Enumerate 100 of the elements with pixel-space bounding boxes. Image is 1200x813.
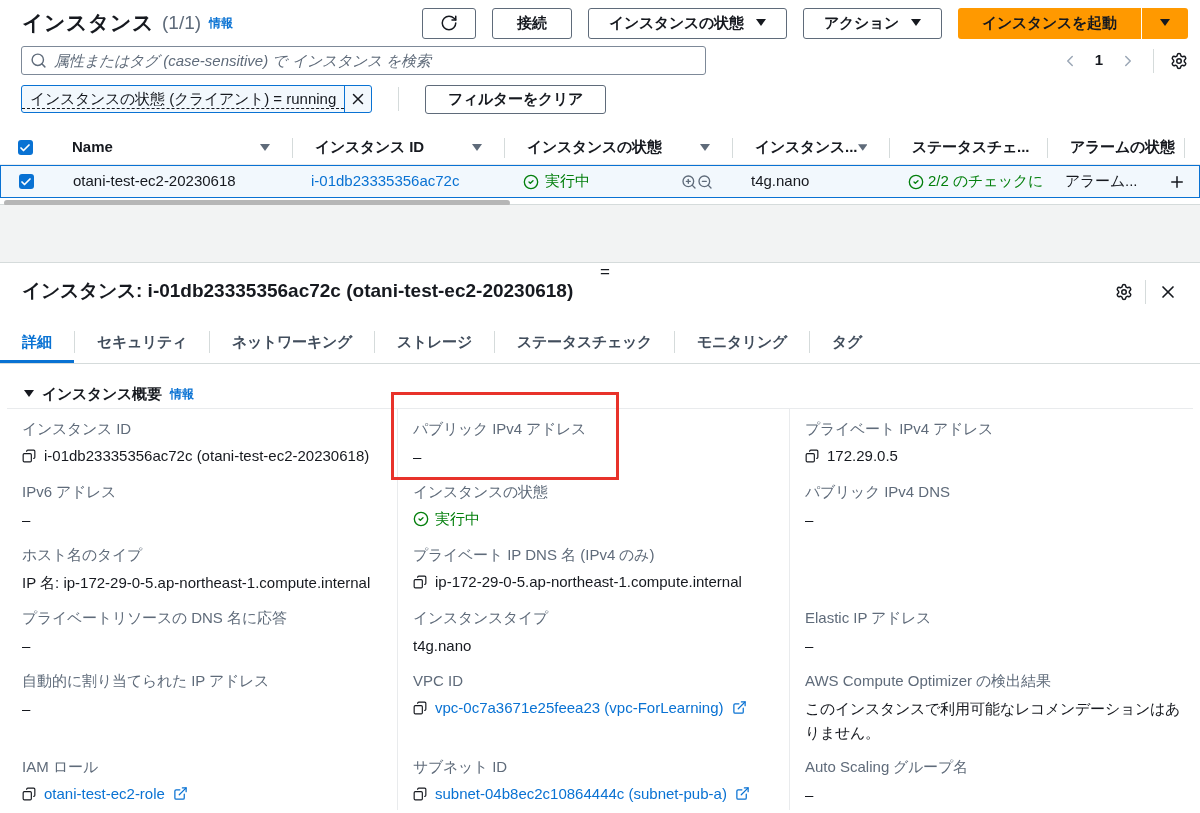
external-link-icon xyxy=(731,700,747,716)
field-value: – xyxy=(805,784,815,805)
tab[interactable]: 詳細 xyxy=(0,321,74,363)
checkbox[interactable] xyxy=(18,174,34,189)
tab[interactable]: タグ xyxy=(810,321,884,363)
launch-dropdown-button[interactable] xyxy=(1141,7,1188,39)
field-value: – xyxy=(22,635,32,656)
success-icon xyxy=(523,173,539,190)
success-icon xyxy=(413,510,429,527)
column-header[interactable]: アラームの状態 xyxy=(1070,136,1175,159)
settings-icon[interactable] xyxy=(1170,51,1188,70)
field-label: パブリック IPv4 DNS xyxy=(805,482,952,502)
refresh-button[interactable] xyxy=(422,7,476,39)
dropdown-button[interactable]: アクション xyxy=(803,7,942,39)
column-header[interactable]: インスタンス... xyxy=(755,136,858,159)
field-label: AWS Compute Optimizer の検出結果 xyxy=(805,671,1053,691)
refresh-icon xyxy=(440,14,458,32)
filter-token-text: インスタンスの状態 (クライアント) = running xyxy=(22,89,345,109)
field-label: 自動的に割り当てられた IP アドレス xyxy=(22,671,271,691)
tab[interactable]: セキュリティ xyxy=(75,321,209,363)
caret-icon xyxy=(756,19,766,27)
details-title: インスタンス: i-01db23335356ac72c (otani-test-ec2-20230618) xyxy=(22,279,574,304)
field-value: このインスタンスで利用可能なレコメンデーションはありません。 xyxy=(805,698,1181,743)
caret-icon xyxy=(24,390,34,398)
status-text: 実行中 xyxy=(545,171,590,192)
column-header[interactable]: インスタンスの状態 xyxy=(527,136,662,159)
tab[interactable]: ストレージ xyxy=(375,321,494,363)
field-label: プライベートリソースの DNS 名に応答 xyxy=(22,608,288,628)
field-label: VPC ID xyxy=(413,671,464,691)
field-link[interactable]: subnet-04b8ec2c10864444c (subnet-pub-a) xyxy=(435,782,727,805)
search-field[interactable]: 属性またはタグ (case-sensitive) で インスタンス を検索 xyxy=(21,46,706,75)
field-value: i-01db23335356ac72c (otani-test-ec2-20230618) xyxy=(44,445,370,466)
field-label: プライベート IP DNS 名 (IPv4 のみ) xyxy=(413,545,656,565)
field-value: 172.29.0.5 xyxy=(827,445,898,466)
status-text: 2/2 のチェックに xyxy=(928,171,1044,192)
section-title: インスタンス概要 xyxy=(42,383,162,404)
caret-icon xyxy=(1160,19,1170,27)
copy-icon[interactable] xyxy=(413,786,427,801)
copy-icon[interactable] xyxy=(22,786,36,801)
field-label: IPv6 アドレス xyxy=(22,482,118,502)
instance-id-link[interactable]: i-01db23335356ac72c xyxy=(311,172,460,190)
field-value: – xyxy=(22,698,32,719)
table-cell: otani-test-ec2-20230618 xyxy=(73,172,236,190)
column-header[interactable]: Name xyxy=(72,136,113,159)
sort-icon xyxy=(472,143,482,152)
field-label: パブリック IPv4 アドレス xyxy=(413,419,588,439)
field-label: ホスト名のタイプ xyxy=(22,545,144,565)
info-link[interactable]: 情報 xyxy=(209,14,234,32)
copy-icon[interactable] xyxy=(413,574,427,589)
tab[interactable]: ステータスチェック xyxy=(495,321,674,363)
settings-icon[interactable] xyxy=(1115,282,1133,301)
instance-count: (1/1) xyxy=(162,10,202,35)
table-cell: t4g.nano xyxy=(751,172,810,190)
sort-icon xyxy=(700,143,710,152)
search-icon xyxy=(30,52,47,69)
zoom-out-icon[interactable] xyxy=(697,173,713,190)
field-value: IP 名: ip-172-29-0-5.ap-northeast-1.compute.internal xyxy=(22,572,372,593)
sort-icon xyxy=(857,143,867,152)
tab[interactable]: ネットワーキング xyxy=(210,321,374,363)
column-header[interactable]: インスタンス ID xyxy=(315,136,425,159)
field-label: インスタンスの状態 xyxy=(413,482,549,502)
external-link-icon xyxy=(734,786,750,802)
field-label: インスタンス ID xyxy=(22,419,133,439)
checkbox[interactable] xyxy=(17,140,33,155)
clear-filter-button[interactable]: フィルターをクリア xyxy=(425,84,607,114)
field-label: Auto Scaling グループ名 xyxy=(805,757,970,777)
field-value: – xyxy=(805,635,815,656)
field-value: t4g.nano xyxy=(413,635,473,656)
table-row[interactable]: otani-test-ec2-20230618 i-01db23335356ac72c 実行中 t4g.nano 2/2 のチェックに アラーム... xyxy=(0,165,1200,198)
page-title: インスタンス xyxy=(22,10,154,37)
sort-icon xyxy=(260,143,270,152)
dropdown-button[interactable]: インスタンスの状態 xyxy=(588,7,787,39)
field-label: インスタンスタイプ xyxy=(413,608,550,628)
field-label: Elastic IP アドレス xyxy=(805,608,933,628)
field-link[interactable]: vpc-0c7a3671e25feea23 (vpc-ForLearning) xyxy=(435,696,724,719)
page-number[interactable]: 1 xyxy=(1094,49,1103,72)
expand-toggle[interactable] xyxy=(24,390,34,398)
tab[interactable]: モニタリング xyxy=(675,321,809,363)
external-link-icon xyxy=(172,786,188,802)
zoom-in-icon[interactable] xyxy=(681,173,697,190)
field-label: IAM ロール xyxy=(22,757,99,777)
column-header[interactable]: ステータスチェ... xyxy=(912,136,1030,159)
status-text: 実行中 xyxy=(435,508,480,529)
field-value: – xyxy=(805,509,815,530)
connect-button[interactable]: 接続 xyxy=(492,7,572,39)
caret-icon xyxy=(911,19,921,27)
field-label: プライベート IPv4 アドレス xyxy=(805,419,995,439)
info-link[interactable]: 情報 xyxy=(170,385,194,403)
resize-handle[interactable]: = xyxy=(600,259,610,285)
field-label: サブネット ID xyxy=(413,757,509,777)
field-value: – xyxy=(22,509,32,530)
field-link[interactable]: otani-test-ec2-role xyxy=(44,782,165,805)
field-value: – xyxy=(413,446,423,467)
table-cell-text: アラーム... xyxy=(1065,171,1138,192)
launch-button[interactable]: インスタンスを起動 xyxy=(958,7,1141,39)
field-value: ip-172-29-0-5.ap-northeast-1.compute.internal xyxy=(435,571,742,592)
copy-icon[interactable] xyxy=(413,700,427,715)
copy-icon[interactable] xyxy=(805,448,819,463)
copy-icon[interactable] xyxy=(22,448,36,463)
success-icon xyxy=(908,173,924,190)
